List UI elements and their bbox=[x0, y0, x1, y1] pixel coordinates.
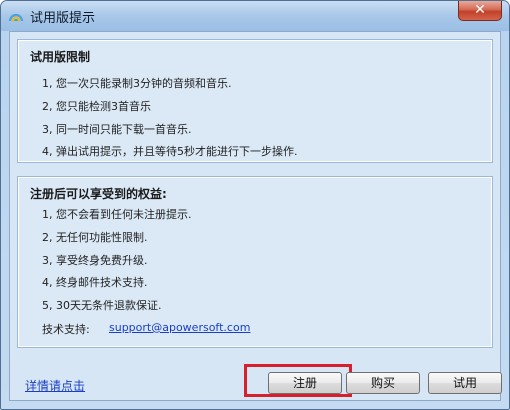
benefits-group: 注册后可以享受到的权益: 1, 您不会看到任何未注册提示. 2, 无任何功能性限… bbox=[17, 176, 493, 348]
benefit-item: 3, 享受终身免费升级. bbox=[42, 254, 148, 267]
support-label: 技术支持: bbox=[42, 323, 90, 336]
benefit-item: 2, 无任何功能性限制. bbox=[42, 231, 148, 244]
trial-button[interactable]: 试用 bbox=[428, 372, 502, 394]
details-link[interactable]: 详情请点击 bbox=[25, 377, 85, 394]
benefits-heading: 注册后可以享受到的权益: bbox=[30, 187, 167, 201]
buy-button[interactable]: 购买 bbox=[346, 372, 420, 394]
support-email-link[interactable]: support@apowersoft.com bbox=[109, 321, 250, 334]
window-title: 试用版提示 bbox=[30, 11, 96, 26]
close-button[interactable]: ✕ bbox=[458, 1, 502, 21]
trial-limit-item: 1, 您一次只能录制3分钟的音频和音乐. bbox=[42, 77, 232, 90]
trial-limit-item: 4, 弹出试用提示，并且等待5秒才能进行下一步操作. bbox=[42, 145, 298, 158]
close-icon: ✕ bbox=[474, 2, 486, 18]
trial-limits-group: 试用版限制 1, 您一次只能录制3分钟的音频和音乐. 2, 您只能检测3首音乐 … bbox=[17, 39, 493, 163]
rainbow-logo-icon bbox=[8, 13, 24, 22]
register-button[interactable]: 注册 bbox=[268, 372, 342, 394]
dialog-body: 试用版限制 1, 您一次只能录制3分钟的音频和音乐. 2, 您只能检测3首音乐 … bbox=[9, 31, 502, 401]
title-bar[interactable]: 试用版提示 bbox=[1, 1, 509, 31]
trial-limit-item: 2, 您只能检测3首音乐 bbox=[42, 100, 151, 113]
benefit-item: 5, 30天无条件退款保证. bbox=[42, 299, 162, 312]
trial-limit-item: 3, 同一时间只能下载一首音乐. bbox=[42, 123, 192, 136]
trial-dialog-window: 试用版提示 ✕ 试用版限制 1, 您一次只能录制3分钟的音频和音乐. 2, 您只… bbox=[0, 0, 510, 410]
benefit-item: 1, 您不会看到任何未注册提示. bbox=[42, 208, 192, 221]
benefit-item: 4, 终身邮件技术支持. bbox=[42, 276, 148, 289]
trial-limits-heading: 试用版限制 bbox=[30, 50, 91, 64]
